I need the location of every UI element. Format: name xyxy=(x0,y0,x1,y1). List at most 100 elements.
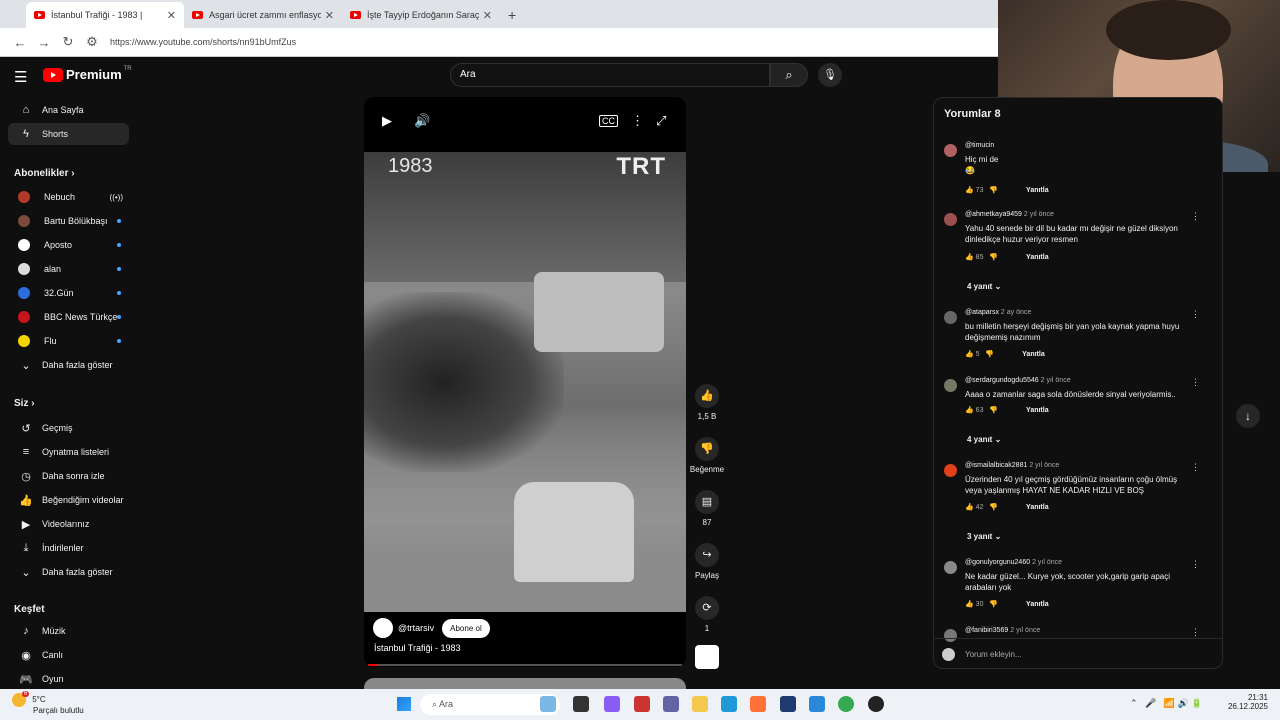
clock[interactable]: 21:31 26.12.2025 xyxy=(1196,693,1268,711)
fullscreen-icon[interactable]: ⤢ xyxy=(656,113,666,129)
sidebar-subscription[interactable]: alan xyxy=(8,258,129,280)
avatar[interactable] xyxy=(944,213,957,226)
comments-button[interactable]: ▤ 87 xyxy=(688,490,726,527)
sidebar-subscription[interactable]: 32.Gün xyxy=(8,282,129,304)
captions-icon[interactable]: CC xyxy=(599,115,618,127)
more-vert-icon[interactable]: ⋮ xyxy=(1191,211,1200,222)
browser-tab[interactable]: Asgari ücret zammı enflasyonu ✕ xyxy=(184,2,342,28)
url-field[interactable]: https://www.youtube.com/shorts/nn91bUmfZ… xyxy=(110,37,296,47)
sidebar-subscription[interactable]: BBC News Türkçe xyxy=(8,306,129,328)
comment-author[interactable]: @timucin xyxy=(965,142,994,149)
comment-author[interactable]: @ahmetkaya9459 2 yıl önce xyxy=(965,211,1054,218)
firefox-icon[interactable] xyxy=(750,696,766,712)
dislike-icon[interactable]: 👎 xyxy=(989,254,998,261)
subscribe-button[interactable]: Abone ol xyxy=(442,618,490,638)
sidebar-subscription[interactable]: Bartu Bölükbaşı xyxy=(8,210,129,232)
reply-button[interactable]: Yanıtla xyxy=(1022,351,1045,358)
comment-author[interactable]: @serdargundogdu5546 2 yıl önce xyxy=(965,377,1071,384)
file-explorer-icon[interactable] xyxy=(692,696,708,712)
volume-icon[interactable]: 🔊 xyxy=(414,113,430,129)
close-icon[interactable]: ✕ xyxy=(483,9,492,22)
dislike-icon[interactable]: 👎 xyxy=(989,504,998,511)
back-icon[interactable]: ← xyxy=(8,35,32,50)
sidebar-item-shorts[interactable]: ϟ Shorts xyxy=(8,123,129,145)
task-view-icon[interactable] xyxy=(573,696,589,712)
subscriptions-header[interactable]: Abonelikler › xyxy=(14,168,75,179)
dislike-icon[interactable]: 👎 xyxy=(985,351,994,358)
like-button[interactable]: 👍 1,5 B xyxy=(688,384,726,421)
menu-icon[interactable]: ☰ xyxy=(14,68,27,86)
progress-bar[interactable] xyxy=(368,664,682,666)
channel-name[interactable]: @trtarsiv xyxy=(398,623,434,633)
more-vert-icon[interactable]: ⋮ xyxy=(1191,627,1200,638)
avatar[interactable] xyxy=(944,561,957,574)
scroll-down-button[interactable]: ↓ xyxy=(1236,404,1260,428)
outlook-icon[interactable] xyxy=(809,696,825,712)
dislike-button[interactable]: 👎 Beğenme xyxy=(688,437,726,474)
sidebar-item-downloads[interactable]: ⤓ İndirilenler xyxy=(8,537,129,559)
dislike-icon[interactable]: 👎 xyxy=(989,407,998,414)
sidebar-subscription[interactable]: Flu xyxy=(8,330,129,352)
reply-button[interactable]: Yanıtla xyxy=(1026,187,1049,194)
reload-icon[interactable]: ↻ xyxy=(56,34,80,50)
youtube-premium-logo[interactable]: Premium TR xyxy=(43,66,132,82)
sidebar-item-home[interactable]: ⌂ Ana Sayfa xyxy=(8,99,129,121)
more-vert-icon[interactable]: ⋮ xyxy=(1191,559,1200,570)
more-vert-icon[interactable]: ⋮ xyxy=(1191,462,1200,473)
play-icon[interactable]: ▶ xyxy=(382,113,392,129)
sound-channel-avatar[interactable] xyxy=(695,645,719,669)
dislike-icon[interactable]: 👎 xyxy=(989,601,998,608)
sidebar-show-more[interactable]: ⌄ Daha fazla göster xyxy=(8,561,129,583)
add-comment-input[interactable]: Yorum ekleyin... xyxy=(965,650,1022,659)
taskbar-search[interactable]: ⌕ Ara xyxy=(420,694,560,715)
reply-button[interactable]: Yanıtla xyxy=(1026,407,1049,414)
dislike-icon[interactable]: 👎 xyxy=(989,187,998,194)
widgets-icon[interactable] xyxy=(540,696,556,712)
remix-button[interactable]: ⟳ 1 xyxy=(688,596,726,633)
replies-toggle[interactable]: 4 yanıt ⌄ xyxy=(967,282,1001,291)
video-title[interactable]: İstanbul Trafiği - 1983 xyxy=(374,643,461,653)
voice-search-button[interactable]: 🎙 xyxy=(818,63,842,87)
comment-author[interactable]: @gonulyorgunu2460 2 yıl önce xyxy=(965,559,1062,566)
search-button[interactable]: ⌕ xyxy=(770,63,808,87)
copilot-icon[interactable] xyxy=(604,696,620,712)
sidebar-item-history[interactable]: ↺ Geçmiş xyxy=(8,417,129,439)
chrome-icon[interactable] xyxy=(838,696,854,712)
sidebar-item-music[interactable]: ♪ Müzik xyxy=(8,620,129,642)
shorts-player[interactable]: ▶ 🔊 CC ⋮ ⤢ 1983 TRT @trtarsiv Abone ol İ… xyxy=(364,97,686,667)
share-button[interactable]: ↪ Paylaş xyxy=(688,543,726,580)
sidebar-item-watch-later[interactable]: ◷ Daha sonra izle xyxy=(8,465,129,487)
avatar[interactable] xyxy=(944,464,957,477)
reply-button[interactable]: Yanıtla xyxy=(1026,254,1049,261)
avatar[interactable] xyxy=(944,311,957,324)
sidebar-item-your-videos[interactable]: ▶ Videolarınız xyxy=(8,513,129,535)
more-vert-icon[interactable]: ⋮ xyxy=(1191,377,1200,388)
site-info-icon[interactable]: ⚙ xyxy=(80,34,104,50)
reply-button[interactable]: Yanıtla xyxy=(1026,601,1049,608)
replies-toggle[interactable]: 4 yanıt ⌄ xyxy=(967,435,1001,444)
sidebar-subscription[interactable]: Nebuch ((•)) xyxy=(8,186,129,208)
reply-button[interactable]: Yanıtla xyxy=(1026,504,1049,511)
windows-start-icon[interactable] xyxy=(397,697,411,711)
app-icon[interactable] xyxy=(780,696,796,712)
sidebar-item-gaming[interactable]: 🎮 Oyun xyxy=(8,668,129,690)
video-frame[interactable] xyxy=(364,152,686,612)
app-icon[interactable] xyxy=(634,696,650,712)
comment-author[interactable]: @ataparsx 2 ay önce xyxy=(965,309,1031,316)
channel-avatar[interactable] xyxy=(373,618,393,638)
browser-tab[interactable]: İstanbul Trafiği - 1983 | ✕ xyxy=(26,2,184,28)
teams-icon[interactable] xyxy=(663,696,679,712)
sidebar-subscription[interactable]: Aposto xyxy=(8,234,129,256)
close-icon[interactable]: ✕ xyxy=(325,9,334,22)
browser-tab[interactable]: İşte Tayyip Erdoğanın Saraçoğlu ✕ xyxy=(342,2,500,28)
new-tab-button[interactable]: + xyxy=(508,7,516,23)
more-vert-icon[interactable]: ⋮ xyxy=(631,113,644,129)
avatar[interactable] xyxy=(944,379,957,392)
search-input[interactable]: Ara xyxy=(450,63,770,87)
you-header[interactable]: Siz › xyxy=(14,398,35,409)
sidebar-item-liked[interactable]: 👍 Beğendiğim videolar xyxy=(8,489,129,511)
avatar[interactable] xyxy=(944,144,957,157)
weather-widget[interactable]: 5°C 6 Parçalı bulutlu xyxy=(12,691,84,715)
close-icon[interactable]: ✕ xyxy=(167,9,176,22)
forward-icon[interactable]: → xyxy=(32,35,56,50)
